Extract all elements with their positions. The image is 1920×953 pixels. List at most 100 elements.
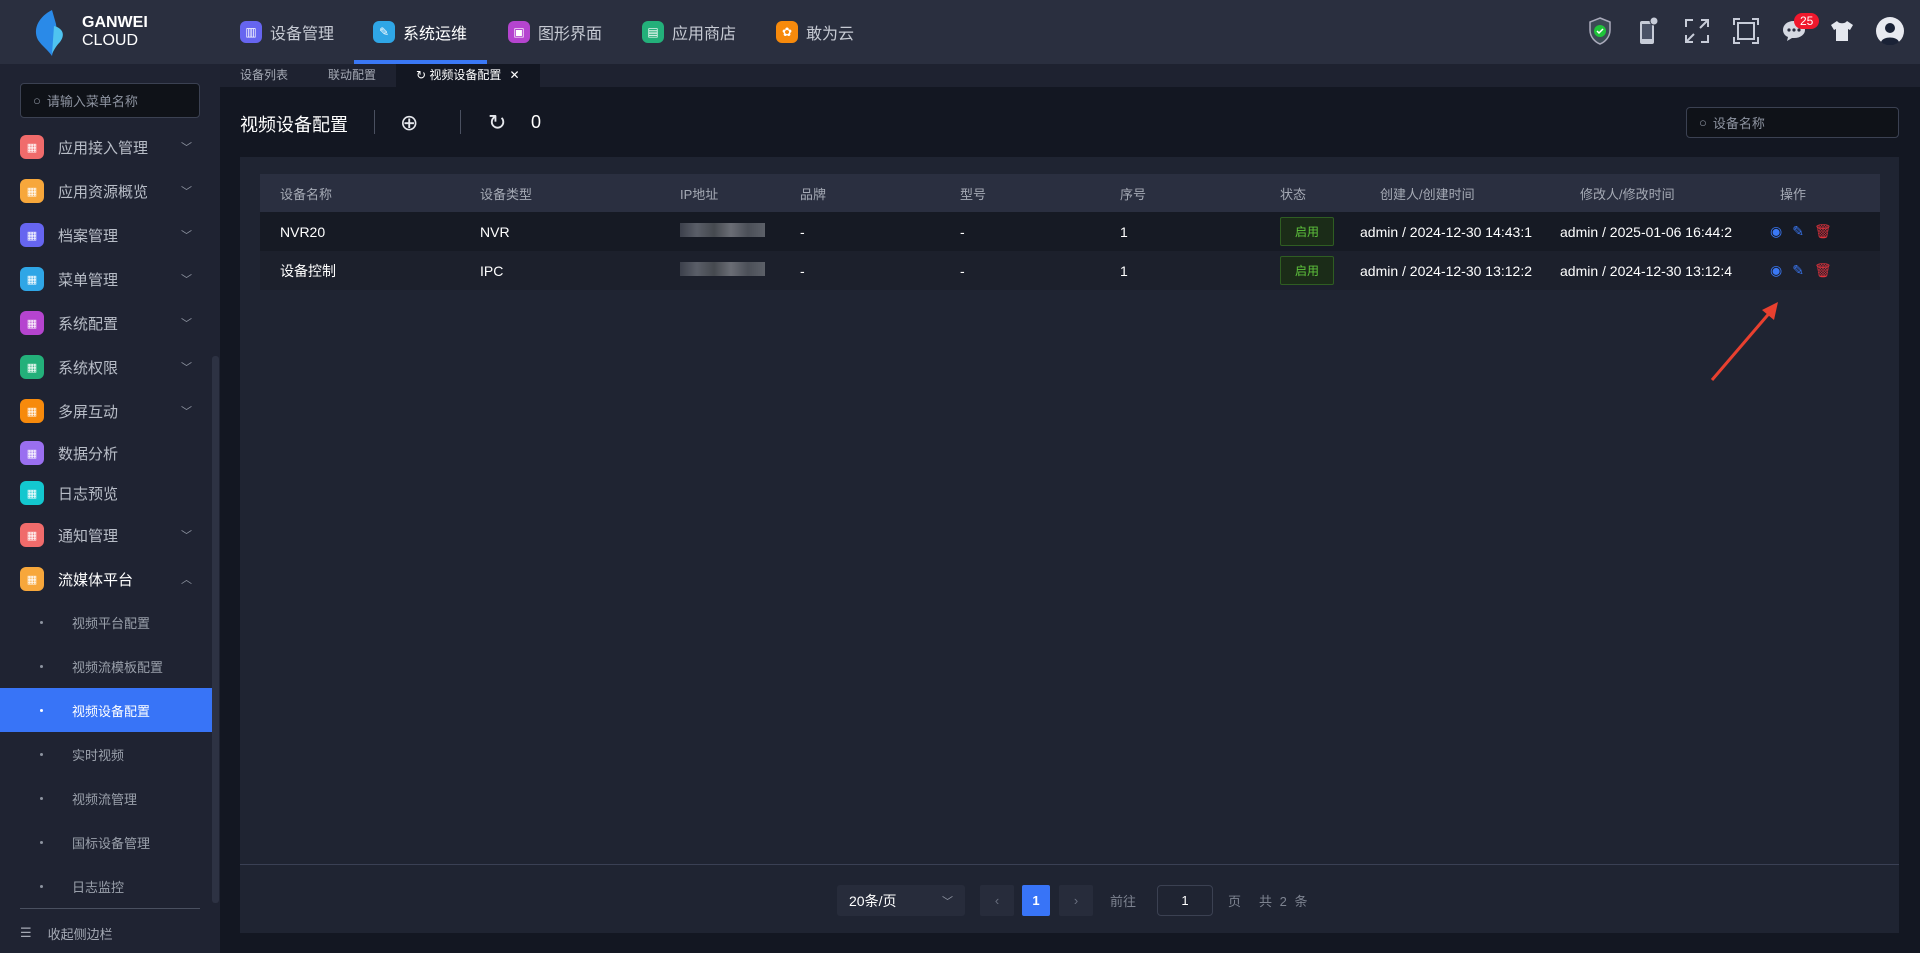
nav-app-store[interactable]: ▤ 应用商店	[642, 0, 736, 64]
nav-graphics[interactable]: ▣ 图形界面	[508, 0, 602, 64]
sidebar-item[interactable]: ▦ 系统配置 ﹀	[0, 303, 212, 343]
sidebar-item[interactable]: ▦ 应用资源概览 ﹀	[0, 171, 212, 211]
nav-label: 系统运维	[403, 26, 468, 43]
delete-trash-icon[interactable]: 🗑	[1814, 223, 1832, 240]
menu-item-icon: ▦	[20, 481, 44, 505]
collapse-sidebar-button[interactable]: ☰ 收起侧边栏	[20, 922, 113, 944]
sidebar-subitem[interactable]: 视频流管理	[0, 776, 212, 820]
user-avatar[interactable]	[1875, 16, 1905, 46]
store-icon: ▤	[642, 21, 664, 43]
edit-icon[interactable]: ✎	[1792, 262, 1804, 279]
theme-shirt-icon[interactable]	[1827, 16, 1857, 46]
screen-frame-icon[interactable]	[1731, 16, 1761, 46]
add-button[interactable]: ⊕	[400, 110, 418, 136]
chevron-down-icon: ﹀	[181, 186, 192, 198]
view-eye-icon[interactable]: ◉	[1770, 262, 1782, 279]
sidebar-subitem[interactable]: 国标设备管理	[0, 820, 212, 864]
delete-trash-icon[interactable]: 🗑	[1814, 262, 1832, 279]
sidebar-item[interactable]: ▦ 多屏互动 ﹀	[0, 391, 212, 431]
column-header: 型号	[940, 174, 1100, 212]
sidebar-subitem[interactable]: 日志监控	[0, 864, 212, 908]
column-header: 创建人/创建时间	[1360, 174, 1560, 212]
cell-name: NVR20	[260, 212, 460, 251]
sidebar-subitem[interactable]: 视频流模板配置	[0, 644, 212, 688]
cell-status: 启用	[1260, 251, 1360, 290]
table-row: NVR20 NVR - -1 启用 admin / 2024-12-30 14:43:1 a…	[260, 212, 1880, 251]
sidebar: ○ 请输入菜单名称 ▦ 应用接入管理 ﹀ ▦ 应用资源概览 ﹀ ▦ 档案管理 ﹀ ▦ 菜单管理 ﹀ ▦ 系统…	[0, 64, 220, 953]
sidebar-subitem[interactable]: 视频平台配置	[0, 600, 212, 644]
page-unit-label: 页	[1228, 894, 1242, 909]
menu-item-icon: ▦	[20, 523, 44, 547]
cell-actions: ◉ ✎ 🗑	[1760, 251, 1880, 290]
bullet-icon	[40, 884, 43, 888]
sidebar-item-label: 数据分析	[58, 445, 119, 463]
notification-badge: 25	[1794, 13, 1820, 29]
menu-item-icon: ▦	[20, 311, 44, 335]
nav-device-management[interactable]: ▥ 设备管理	[240, 0, 334, 64]
goto-page-input[interactable]: 1	[1157, 885, 1213, 916]
sidebar-item[interactable]: ▦ 通知管理 ﹀	[0, 515, 212, 555]
security-shield-icon[interactable]	[1585, 16, 1615, 46]
sidebar-item[interactable]: ▦ 日志预览	[0, 473, 212, 513]
device-icon: ▥	[240, 21, 262, 43]
logo-line2: CLOUD	[82, 32, 139, 49]
sidebar-item[interactable]: ▦ 菜单管理 ﹀	[0, 259, 212, 299]
refresh-button[interactable]: ↻	[488, 110, 506, 136]
menu-item-icon: ▦	[20, 135, 44, 159]
nav-label: 设备管理	[270, 26, 335, 43]
nav-system-ops[interactable]: ✎ 系统运维	[373, 0, 467, 64]
page-size-value: 20条/页	[849, 892, 897, 909]
sidebar-subitem[interactable]: 视频设备配置	[0, 688, 212, 732]
fullscreen-icon[interactable]	[1682, 16, 1712, 46]
search-placeholder: 设备名称	[1712, 116, 1765, 131]
sidebar-item-label: 日志预览	[58, 485, 119, 503]
logo: GANWEI CLOUD	[30, 6, 180, 58]
table-row: 设备控制 IPC - -1 启用 admin / 2024-12-30 13:12:2 ad…	[260, 251, 1880, 290]
sidebar-item[interactable]: ▦ 数据分析	[0, 433, 212, 473]
edit-icon[interactable]: ✎	[1792, 223, 1804, 240]
sidebar-subitem-label: 视频流模板配置	[72, 659, 164, 675]
cell-created: admin / 2024-12-30 14:43:1	[1360, 212, 1560, 251]
goto-label: 前往	[1110, 894, 1137, 909]
pagination-divider	[240, 864, 1899, 865]
close-tab-icon[interactable]: ✕	[509, 68, 519, 82]
bullet-icon	[40, 620, 43, 624]
sidebar-item[interactable]: ▦ 流媒体平台 ︿	[0, 559, 212, 599]
page-1-button[interactable]: 1	[1022, 885, 1050, 916]
device-name-search-input[interactable]: ○ 设备名称	[1686, 107, 1899, 138]
sidebar-subitem[interactable]: 实时视频	[0, 732, 212, 776]
sidebar-item-label: 应用接入管理	[58, 139, 149, 157]
sidebar-item[interactable]: ▦ 档案管理 ﹀	[0, 215, 212, 255]
chevron-down-icon: ﹀	[181, 274, 192, 286]
menu-item-icon: ▦	[20, 223, 44, 247]
prev-page-button[interactable]: ‹	[980, 885, 1014, 916]
tab-device-list[interactable]: 设备列表	[220, 64, 308, 87]
divider	[374, 110, 375, 134]
cell-actions: ◉ ✎ 🗑	[1760, 212, 1880, 251]
nav-ganwei-cloud[interactable]: ✿ 敢为云	[776, 0, 854, 64]
sidebar-item[interactable]: ▦ 系统权限 ﹀	[0, 347, 212, 387]
redacted-ip	[680, 223, 765, 237]
page-size-select[interactable]: 20条/页 ﹀	[837, 885, 965, 916]
cell-name: 设备控制	[260, 251, 460, 290]
menu-search-input[interactable]: ○ 请输入菜单名称	[20, 83, 200, 118]
sidebar-item[interactable]: ▦ 应用接入管理 ﹀	[0, 127, 212, 167]
mobile-icon[interactable]	[1633, 16, 1663, 46]
sidebar-scrollbar[interactable]	[212, 356, 219, 903]
page-title: 视频设备配置	[240, 115, 348, 135]
tab-video-device-config[interactable]: ↻ 视频设备配置 ✕	[396, 64, 540, 87]
column-header: 状态	[1260, 174, 1360, 212]
view-eye-icon[interactable]: ◉	[1770, 223, 1782, 240]
chevron-down-icon: ﹀	[181, 318, 192, 330]
sidebar-subitem-label: 视频流管理	[72, 791, 138, 807]
refresh-count: 0	[531, 112, 542, 132]
refresh-tab-icon[interactable]: ↻	[416, 68, 429, 82]
bullet-icon	[40, 664, 43, 668]
tab-linkage-config[interactable]: 联动配置	[308, 64, 396, 87]
sidebar-divider	[20, 908, 200, 909]
next-page-button[interactable]: ›	[1059, 885, 1093, 916]
column-header: 设备类型	[460, 174, 660, 212]
collapse-label: 收起侧边栏	[47, 926, 113, 942]
chevron-down-icon: ﹀	[181, 530, 192, 542]
annotation-arrow	[1710, 302, 1778, 381]
